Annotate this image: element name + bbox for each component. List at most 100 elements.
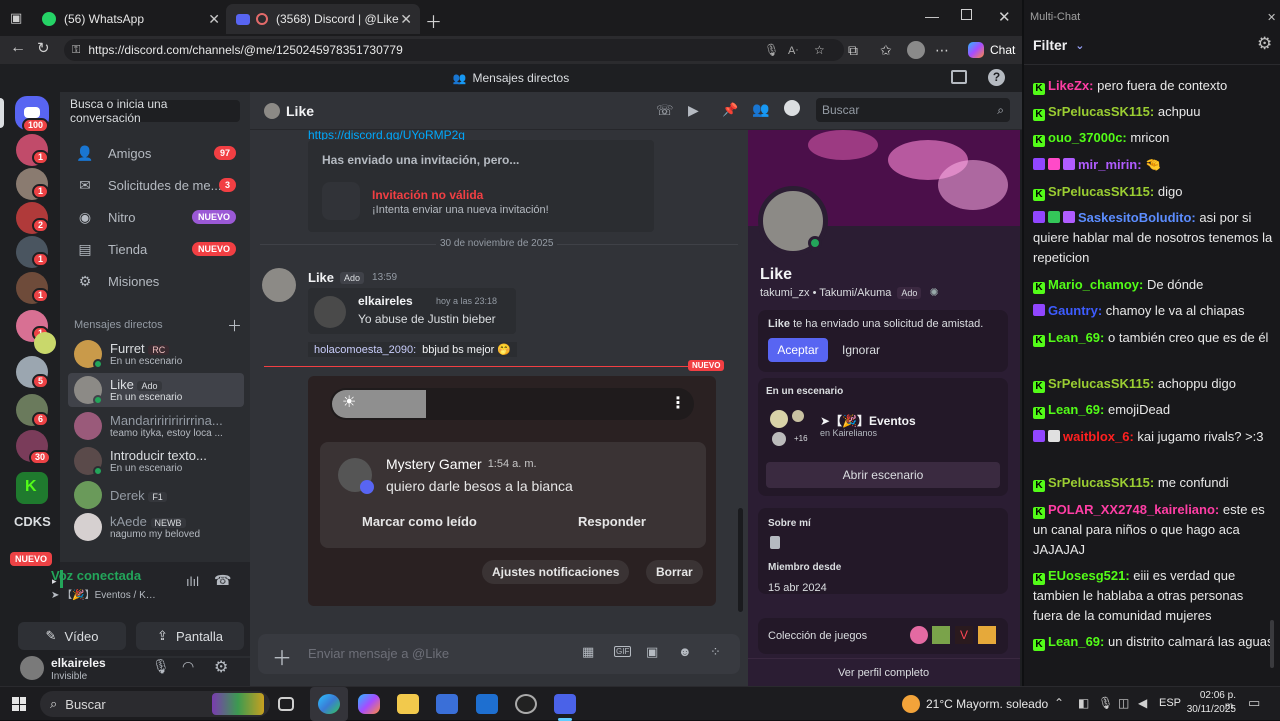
- find-conversation-button[interactable]: Busca o inicia una conversación: [70, 97, 240, 125]
- wifi-icon[interactable]: ◫: [1118, 696, 1129, 710]
- nav-message-requests[interactable]: ✉ Solicitudes de me... 3: [68, 170, 244, 200]
- headphones-icon[interactable]: ◠: [182, 658, 194, 675]
- add-friends-icon[interactable]: 👥: [752, 101, 769, 118]
- open-stage-button[interactable]: Abrir escenario: [766, 462, 1000, 488]
- username[interactable]: elkaireles: [51, 656, 106, 670]
- discord-taskbar-icon[interactable]: [554, 694, 576, 714]
- weather-text[interactable]: Mayorm. soleado: [956, 697, 1048, 711]
- tray-app-icon[interactable]: ◧: [1078, 696, 1089, 710]
- server-text-icon[interactable]: CDKS: [14, 514, 51, 529]
- video-button[interactable]: ✎ Vídeo: [18, 622, 126, 650]
- maximize-icon[interactable]: [961, 9, 972, 20]
- user-profile-icon[interactable]: [784, 100, 800, 116]
- gif-icon[interactable]: GIF: [614, 646, 632, 657]
- close-tab-icon[interactable]: ✕: [400, 11, 412, 28]
- nav-quests[interactable]: ⚙ Misiones: [68, 266, 244, 296]
- dm-item-kaede[interactable]: kAede NEWB nagumo my beloved: [68, 510, 244, 544]
- close-icon[interactable]: ✕: [1267, 11, 1276, 24]
- tab-discord[interactable]: (3568) Discord | @Like ✕: [226, 4, 420, 34]
- more-menu-icon[interactable]: ⋯: [935, 42, 949, 59]
- copilot-icon[interactable]: [358, 694, 380, 714]
- attach-plus-icon[interactable]: ＋: [272, 642, 292, 671]
- mic-icon[interactable]: 🎙: [764, 43, 779, 57]
- close-window-icon[interactable]: ✕: [998, 8, 1011, 26]
- chat-scrollbar[interactable]: [1270, 620, 1274, 668]
- notification-card[interactable]: Mystery Gamer 1:54 a. m. quiero darle be…: [320, 442, 706, 548]
- chevron-up-icon[interactable]: ⌃: [1054, 696, 1064, 710]
- message-avatar[interactable]: [262, 268, 296, 302]
- extensions-icon[interactable]: ⧉: [848, 42, 858, 59]
- new-unreads-badge[interactable]: NUEVO: [10, 552, 53, 566]
- dm-item-introducir[interactable]: Introducir texto... En un escenario: [68, 444, 244, 478]
- voice-call-icon[interactable]: ☏: [656, 102, 674, 119]
- settings-gear-icon[interactable]: ⚙: [1257, 34, 1272, 54]
- nav-shop[interactable]: ▤ Tienda NUEVO: [68, 234, 244, 264]
- read-aloud-icon[interactable]: Aᐧ: [788, 44, 798, 57]
- dm-item-furret[interactable]: Furret RC En un escenario: [68, 337, 244, 371]
- dm-item-like[interactable]: Like Ado En un escenario: [68, 373, 244, 407]
- tab-actions-icon[interactable]: ▣: [10, 10, 22, 26]
- new-tab-icon[interactable]: ＋: [425, 8, 442, 33]
- volume-icon[interactable]: ◀: [1138, 696, 1147, 710]
- nav-nitro[interactable]: ◉ Nitro NUEVO: [68, 202, 244, 232]
- user-avatar[interactable]: [20, 656, 44, 680]
- forwarded-message[interactable]: elkaireles hoy a las 23:18 Yo abuse de J…: [308, 288, 516, 334]
- close-tab-icon[interactable]: ✕: [208, 11, 220, 28]
- task-view-icon[interactable]: [278, 697, 294, 711]
- server-icon[interactable]: [34, 332, 56, 354]
- copilot-chat-button[interactable]: Chat: [962, 38, 1021, 62]
- store-icon[interactable]: [436, 694, 458, 714]
- dm-item-mandarina[interactable]: Mandariririririrrina... teamo ityka, est…: [68, 409, 244, 443]
- accept-button[interactable]: Aceptar: [768, 338, 828, 362]
- more-options-icon[interactable]: ⋮: [670, 393, 686, 413]
- disconnect-icon[interactable]: ☎: [214, 572, 231, 589]
- mention[interactable]: holacomoesta_2090:: [314, 344, 416, 356]
- settings-gear-icon[interactable]: ⚙: [214, 657, 228, 677]
- weather-temp[interactable]: 21°C: [926, 697, 953, 711]
- emoji-icon[interactable]: ☻: [678, 644, 692, 659]
- filter-dropdown[interactable]: Filter ⌄: [1033, 37, 1084, 53]
- message-input[interactable]: Enviar mensaje a @Like: [308, 646, 449, 661]
- video-call-icon[interactable]: ▶: [688, 102, 699, 119]
- apps-icon[interactable]: ⁘: [710, 644, 721, 660]
- chat-scrollbar[interactable]: [738, 508, 743, 612]
- language-indicator[interactable]: ESP: [1159, 697, 1181, 709]
- view-full-profile-link[interactable]: Ver perfil completo: [838, 667, 929, 679]
- voice-waves-icon[interactable]: ılıl: [186, 574, 199, 589]
- reply-button[interactable]: Responder: [578, 514, 646, 529]
- outlook-icon[interactable]: [476, 694, 498, 714]
- search-input[interactable]: Buscar ⌕: [816, 98, 1010, 122]
- clock-date[interactable]: 30/11/2025: [1186, 704, 1236, 715]
- microphone-icon[interactable]: 🎙: [152, 658, 170, 675]
- create-dm-icon[interactable]: ＋: [227, 315, 242, 336]
- message-author[interactable]: Like: [308, 270, 334, 285]
- minimize-icon[interactable]: —: [925, 8, 939, 24]
- server-icon[interactable]: K: [16, 472, 48, 504]
- inbox-icon[interactable]: [951, 70, 967, 84]
- clear-notifications-button[interactable]: Borrar: [646, 560, 703, 584]
- tab-whatsapp[interactable]: (56) WhatsApp ✕: [32, 4, 228, 34]
- url-field[interactable]: ⚿ https://discord.com/channels/@me/12502…: [64, 39, 844, 61]
- mark-read-button[interactable]: Marcar como leído: [362, 514, 477, 529]
- notification-settings-button[interactable]: Ajustes notificaciones: [482, 560, 630, 584]
- help-icon[interactable]: ?: [988, 69, 1005, 86]
- notifications-icon[interactable]: ▭: [1248, 695, 1260, 711]
- tray-mic-icon[interactable]: 🎙: [1098, 696, 1113, 710]
- start-windows-icon[interactable]: [12, 697, 26, 711]
- refresh-icon[interactable]: ↻: [37, 39, 50, 57]
- chat-title[interactable]: Like: [286, 103, 314, 119]
- back-icon[interactable]: ←: [10, 39, 26, 57]
- file-explorer-icon[interactable]: [397, 694, 419, 714]
- nav-friends[interactable]: 👤 Amigos 97: [68, 138, 244, 168]
- pinned-icon[interactable]: 📌: [722, 102, 738, 118]
- ignore-button[interactable]: Ignorar: [834, 338, 888, 362]
- edge-icon[interactable]: [318, 694, 340, 714]
- voice-channel-link[interactable]: ➤ 【🎉】Eventos / Kaireli...: [51, 586, 161, 601]
- games-card[interactable]: Colección de juegos V: [758, 618, 1008, 654]
- obs-icon[interactable]: [515, 694, 537, 714]
- screen-share-button[interactable]: ⇪ Pantalla: [136, 622, 244, 650]
- dm-item-derek[interactable]: Derek F1: [68, 478, 244, 512]
- profile-avatar-icon[interactable]: [907, 41, 925, 59]
- favorite-star-icon[interactable]: ☆: [814, 43, 825, 57]
- taskbar-search[interactable]: ⌕ Buscar: [40, 691, 270, 717]
